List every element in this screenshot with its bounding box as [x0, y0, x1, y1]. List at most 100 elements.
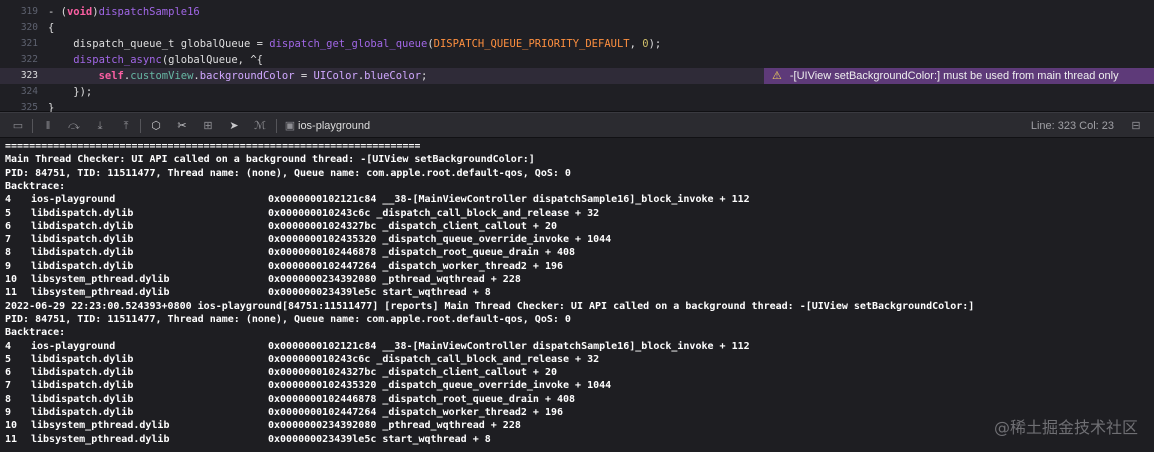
frame-library: libdispatch.dylib — [31, 353, 134, 365]
console-message: 2022-06-29 22:23:00.524393+0800 ios-play… — [5, 300, 975, 312]
frame-address: 0x0000000102121c84 __38-[MainViewControl… — [268, 194, 750, 206]
debug-view-hierarchy-icon[interactable]: ⬡ — [148, 118, 164, 134]
line-number: 319 — [20, 6, 38, 17]
frame-index: 6 — [5, 367, 12, 379]
frame-index: 11 — [5, 433, 18, 445]
backtrace-frame: 11 libsystem_pthread.dylib 0x000000023439l… — [5, 433, 1105, 446]
code-token: = — [294, 70, 314, 82]
code-token: dispatch_async — [73, 54, 162, 66]
frame-index: 5 — [5, 353, 12, 365]
frame-index: 4 — [5, 194, 12, 206]
frame-index: 10 — [5, 274, 18, 285]
frame-library: libsystem_pthread.dylib — [31, 287, 170, 299]
code-text: dispatch_async(globalQueue, ^{ — [48, 52, 263, 68]
cursor-position: Line: 323 Col: 23 — [1030, 120, 1114, 132]
code-token: }); — [48, 86, 93, 98]
backtrace-label: Backtrace: — [5, 180, 66, 192]
app-target-icon: ▣ — [284, 120, 296, 132]
frame-library: libdispatch.dylib — [31, 234, 134, 246]
toolbar-divider — [276, 119, 277, 133]
frame-library: libdispatch.dylib — [31, 220, 134, 232]
frame-index: 9 — [5, 407, 12, 418]
frame-address: 0x0000000234392080 _pthread_wqthread + 2… — [268, 420, 521, 432]
frame-index: 9 — [5, 260, 12, 272]
frame-address: 0x0000000102446878 _dispatch_root_queue_… — [268, 393, 576, 405]
code-token: dispatch_get_global_queue — [269, 38, 428, 50]
frame-index: 11 — [5, 287, 18, 299]
backtrace-label: Backtrace: — [5, 327, 66, 339]
frame-address: 0x000000023439le5c start_wqthread + 8 — [268, 287, 491, 299]
step-out-icon[interactable]: ⤒ — [118, 118, 134, 134]
code-token: UIColor — [313, 70, 358, 82]
line-number: 321 — [20, 38, 38, 49]
debug-memory-graph-icon[interactable]: ✂ — [174, 118, 190, 134]
backtrace-frame: 9 libdispatch.dylib 0x0000000102447264 _di… — [5, 260, 1105, 273]
frame-index: 6 — [5, 220, 12, 232]
code-line[interactable]: 320 { — [0, 20, 1154, 36]
metal-capture-icon[interactable]: ℳ — [252, 118, 268, 134]
code-token: dispatch_queue_t globalQueue = — [48, 38, 270, 50]
frame-index: 7 — [5, 380, 12, 392]
simulate-location-icon[interactable]: ➤ — [226, 118, 242, 134]
code-token: (globalQueue, ^{ — [161, 54, 263, 66]
code-text: dispatch_queue_t globalQueue = dispatch_… — [48, 36, 661, 52]
pause-icon[interactable]: ‖ — [40, 118, 56, 134]
frame-address: 0x000000010243c6c _dispatch_call_block_a… — [268, 353, 600, 365]
frame-library: libdispatch.dylib — [31, 407, 134, 418]
frame-library: libdispatch.dylib — [31, 393, 134, 405]
backtrace-frame: 7 libdispatch.dylib 0x0000000102435320 _di… — [5, 379, 1105, 392]
code-editor[interactable]: 319 - (void)dispatchSample16 320 {321 dispa… — [0, 0, 1154, 114]
code-line[interactable]: 322 dispatch_async(globalQueue, ^{ — [0, 52, 1154, 68]
code-line[interactable]: 324 }); — [0, 84, 1154, 100]
backtrace-frame: 10 libsystem_pthread.dylib 0x0000000234392… — [5, 419, 1105, 432]
frame-index: 4 — [5, 340, 12, 352]
frame-library: libdispatch.dylib — [31, 207, 134, 219]
step-into-icon[interactable]: ⤓ — [92, 118, 108, 134]
backtrace-frame: 6 libdispatch.dylib 0x00000001024327bc _di… — [5, 366, 1105, 379]
code-token: self — [98, 70, 124, 82]
console-message: Main Thread Checker: UI API called on a … — [5, 154, 535, 166]
frame-library: ios-playground — [31, 340, 116, 352]
frame-address: 0x000000010243c6c _dispatch_call_block_a… — [268, 207, 600, 219]
frame-library: libsystem_pthread.dylib — [31, 274, 170, 285]
toggle-console-icon[interactable]: ⊟ — [1128, 118, 1144, 134]
frame-address: 0x00000001024327bc _dispatch_client_call… — [268, 367, 557, 379]
environment-overrides-icon[interactable]: ⊞ — [200, 118, 216, 134]
hide-debug-area-icon[interactable]: ▭ — [10, 118, 26, 134]
console-output[interactable]: @稀土掘金技术社区 ==============================… — [0, 138, 1154, 452]
code-line[interactable]: 323 self.customView.backgroundColor = UI… — [0, 68, 1154, 84]
frame-library: libsystem_pthread.dylib — [31, 420, 170, 432]
target-name[interactable]: ios-playground — [298, 119, 370, 133]
runtime-issue-banner[interactable]: ⚠ -[UIView setBackgroundColor:] must be u… — [764, 68, 1154, 84]
code-line[interactable]: 319 - (void)dispatchSample16 — [0, 4, 1154, 20]
code-token: { — [48, 22, 55, 34]
backtrace-frame: 4 ios-playground 0x0000000102121c84 __38-[… — [5, 193, 1105, 206]
frame-index: 7 — [5, 234, 12, 246]
code-token: dispatchSample16 — [98, 6, 200, 18]
backtrace-frame: 11 libsystem_pthread.dylib 0x000000023439l… — [5, 286, 1105, 299]
frame-address: 0x00000001024327bc _dispatch_client_call… — [268, 220, 557, 232]
code-text: }); — [48, 84, 92, 100]
code-text: - (void)dispatchSample16 — [48, 4, 200, 20]
frame-library: ios-playground — [31, 194, 116, 206]
backtrace-frame: 4 ios-playground 0x0000000102121c84 __38-[… — [5, 340, 1105, 353]
warning-triangle-icon: ⚠ — [772, 70, 782, 82]
step-over-icon[interactable]: ⤼ — [66, 118, 82, 134]
frame-library: libsystem_pthread.dylib — [31, 433, 170, 445]
frame-address: 0x0000000234392080 _pthread_wqthread + 2… — [268, 274, 521, 285]
line-number: 322 — [20, 54, 38, 65]
backtrace-frame: 6 libdispatch.dylib 0x00000001024327bc _di… — [5, 220, 1105, 233]
code-token: customView — [130, 70, 194, 82]
backtrace-frame: 5 libdispatch.dylib 0x000000010243c6c _dis… — [5, 207, 1105, 220]
frame-library: libdispatch.dylib — [31, 367, 134, 379]
code-token: - ( — [48, 6, 67, 18]
frame-index: 10 — [5, 420, 18, 432]
code-token: void — [66, 6, 93, 18]
frame-address: 0x0000000102447264 _dispatch_worker_thre… — [268, 260, 564, 272]
issue-message: -[UIView setBackgroundColor:] must be us… — [789, 70, 1119, 82]
code-line[interactable]: 321 dispatch_queue_t globalQueue = dispa… — [0, 36, 1154, 52]
code-text: self.customView.backgroundColor = UIColo… — [48, 68, 428, 84]
frame-address: 0x0000000102435320 _dispatch_queue_overr… — [268, 234, 612, 246]
frame-library: libdispatch.dylib — [31, 380, 134, 392]
